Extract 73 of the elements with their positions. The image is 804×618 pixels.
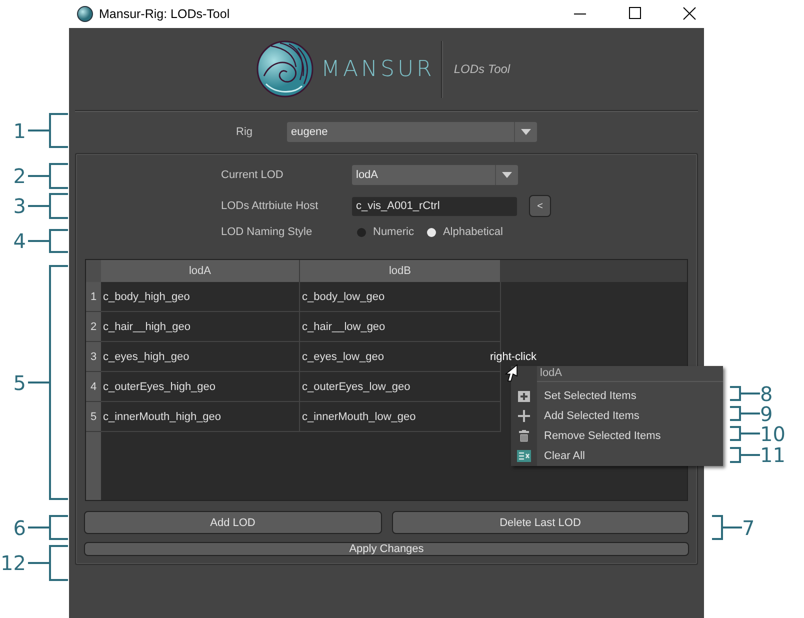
trash-icon xyxy=(519,430,529,442)
callout-number: 2 xyxy=(12,164,26,188)
radio-label[interactable]: Numeric xyxy=(373,226,414,238)
rig-dropdown[interactable]: eugene xyxy=(287,122,537,142)
caret-icon xyxy=(521,129,531,135)
row-number: 3 xyxy=(86,342,101,372)
radio-label[interactable]: Alphabetical xyxy=(442,226,503,238)
clear-list-icon xyxy=(517,450,531,462)
table-cell: c_eyes_high_geo xyxy=(101,342,300,372)
field-label: LOD Naming Style xyxy=(221,226,314,238)
plus-icon xyxy=(518,410,530,422)
callout-bracket xyxy=(28,163,68,189)
table-cell: c_innerMouth_low_geo xyxy=(300,402,501,432)
row-header-strip xyxy=(86,432,101,500)
column-header: lodB xyxy=(300,260,501,282)
callout-bracket xyxy=(28,545,68,581)
callout-bracket xyxy=(28,229,68,253)
menu-item[interactable]: Remove Selected Items xyxy=(537,430,661,442)
logo-icon xyxy=(256,40,314,98)
table-cell: c_hair__low_geo xyxy=(300,312,501,342)
table-cell: c_outerEyes_low_geo xyxy=(300,372,501,402)
callout-number: 12 xyxy=(0,551,26,575)
lod-dropdown[interactable]: lodA xyxy=(352,165,518,185)
table-cell: c_innerMouth_high_geo xyxy=(101,402,300,432)
callout-bracket xyxy=(730,447,760,463)
rig-label: Rig xyxy=(236,126,254,138)
callout-bracket xyxy=(730,406,760,421)
menu-item[interactable]: Add Selected Items xyxy=(537,410,640,422)
callout-bracket xyxy=(730,386,760,401)
apply-button[interactable]: Apply Changes xyxy=(84,542,689,556)
callout-number: 4 xyxy=(12,229,26,253)
callout-bracket xyxy=(730,426,760,441)
callout-number: 1 xyxy=(12,118,26,142)
table-cell: c_hair__high_geo xyxy=(101,312,300,342)
hint-label: right-click xyxy=(490,351,536,363)
input-field[interactable]: c_vis_A001_rCtrl xyxy=(352,196,517,216)
menu-title: lodA xyxy=(537,366,723,382)
tool-subtitle: LODs Tool xyxy=(454,62,510,76)
callout-bracket xyxy=(28,515,68,540)
maximize-icon[interactable] xyxy=(629,7,641,19)
pick-button[interactable]: < xyxy=(529,195,551,217)
callout-number: 6 xyxy=(12,516,26,540)
callout-number: 3 xyxy=(12,194,26,218)
callout-number: 5 xyxy=(12,370,26,394)
menu-item[interactable]: Clear All xyxy=(537,450,585,462)
callout-bracket xyxy=(712,515,742,540)
menu-item[interactable]: Set Selected Items xyxy=(537,390,636,402)
row-number: 2 xyxy=(86,312,101,342)
callout-bracket xyxy=(28,113,68,148)
column-header: lodA xyxy=(101,260,300,282)
delete-lod-button[interactable]: Delete Last LOD xyxy=(392,511,689,534)
header-corner xyxy=(86,260,101,282)
app-icon xyxy=(77,6,93,22)
caret-icon xyxy=(502,172,512,178)
field-label: LODs Attrbiute Host xyxy=(221,200,320,212)
cursor-icon xyxy=(505,364,518,382)
callout-number: 11 xyxy=(760,443,786,467)
table-cell: c_body_high_geo xyxy=(101,282,300,312)
row-number: 5 xyxy=(86,402,101,432)
radio-button[interactable] xyxy=(357,228,366,236)
callout-number: 7 xyxy=(742,516,755,540)
add-lod-button[interactable]: Add LOD xyxy=(84,511,382,534)
window-title: Mansur-Rig: LODs-Tool xyxy=(99,7,231,21)
brand-name: MANSUR xyxy=(321,56,435,82)
plus-box-icon xyxy=(518,390,530,402)
radio-button[interactable] xyxy=(426,228,436,236)
table-cell: c_outerEyes_high_geo xyxy=(101,372,300,402)
row-number: 1 xyxy=(86,282,101,312)
close-icon[interactable] xyxy=(683,7,696,20)
callout-bracket xyxy=(28,193,68,219)
field-label: Current LOD xyxy=(221,169,284,181)
table-cell: c_body_low_geo xyxy=(300,282,501,312)
row-number: 4 xyxy=(86,372,101,402)
